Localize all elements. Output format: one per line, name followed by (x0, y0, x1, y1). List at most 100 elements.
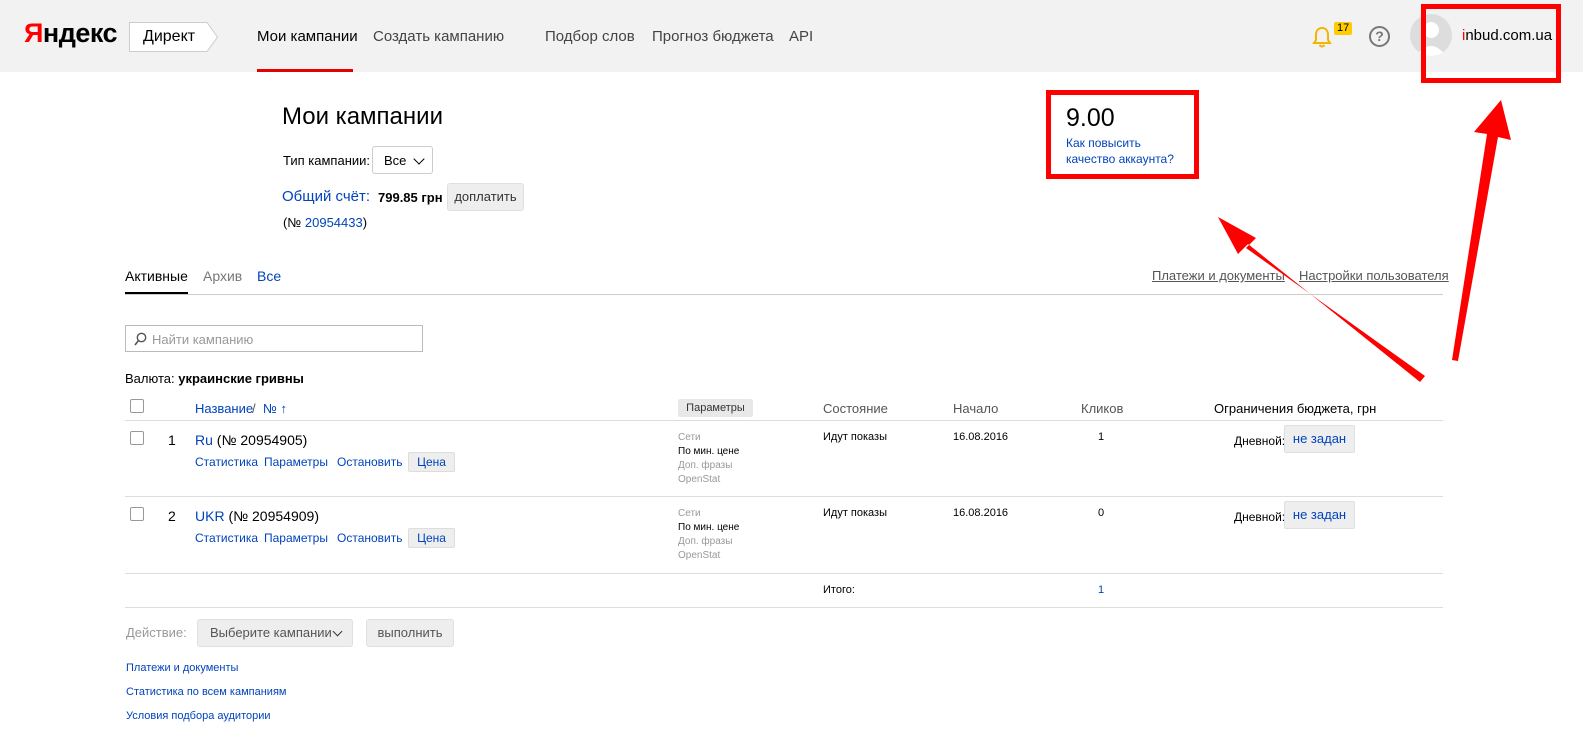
nav-create-campaign[interactable]: Создать кампанию (373, 28, 504, 45)
campaign-link[interactable]: Ru (195, 432, 213, 448)
params-link[interactable]: Параметры (264, 455, 328, 469)
campaign-type-label: Тип кампании: (283, 153, 371, 168)
total-label: Итого: (823, 584, 855, 596)
help-icon[interactable]: ? (1369, 26, 1390, 47)
account-quality-score: 9.00 (1066, 104, 1115, 132)
campaign-start: 16.08.2016 (953, 431, 1009, 443)
account-number-suffix: ) (362, 215, 368, 230)
quality-improve-link[interactable]: Как повысить качество аккаунта? (1066, 135, 1174, 167)
nav-active-underline (257, 69, 353, 72)
shared-account-link[interactable]: Общий счёт: (282, 188, 370, 205)
row-checkbox[interactable] (130, 431, 144, 445)
search-placeholder: Найти кампанию (152, 332, 254, 347)
campaign-number: (№ 20954909) (228, 508, 319, 524)
campaign-state: Идут показы (823, 507, 887, 519)
currency-label: Валюта: (125, 371, 175, 386)
chevron-down-icon (332, 626, 343, 637)
tab-archive[interactable]: Архив (203, 268, 242, 284)
stats-link[interactable]: Статистика (195, 531, 258, 545)
tab-active[interactable]: Активные (125, 268, 188, 284)
campaign-clicks: 1 (1098, 431, 1105, 443)
action-select-value: Выберите кампании (210, 625, 332, 640)
yandex-logo[interactable]: Яндекс (24, 18, 118, 49)
nav-word-selection[interactable]: Подбор слов (545, 28, 635, 45)
col-name-sort[interactable]: Название (195, 401, 253, 416)
daily-budget-label: Дневной: (1234, 434, 1286, 448)
topup-button[interactable]: доплатить (447, 183, 524, 211)
tabs-divider (125, 294, 1443, 295)
nav-api[interactable]: API (789, 28, 813, 45)
strategy-line: Сети (678, 508, 701, 519)
account-number: (№ 20954433) (283, 215, 367, 230)
user-settings-link[interactable]: Настройки пользователя (1299, 268, 1449, 283)
footer-stats-link[interactable]: Статистика по всем кампаниям (126, 686, 286, 698)
table-header-divider (125, 420, 1443, 421)
stop-link[interactable]: Остановить (337, 455, 403, 469)
direct-label: Директ (143, 28, 196, 45)
price-button[interactable]: Цена (408, 528, 455, 548)
nav-budget-forecast[interactable]: Прогноз бюджета (652, 28, 774, 45)
execute-button[interactable]: выполнить (366, 619, 454, 647)
row-divider (125, 573, 1443, 574)
campaign-name: UKR (№ 20954909) (195, 508, 319, 524)
strategy-line: OpenStat (678, 550, 721, 561)
account-balance: 799.85 грн (378, 190, 443, 205)
campaign-type-value: Все (384, 153, 407, 168)
user-login[interactable]: inbud.com.ua (1462, 27, 1552, 44)
total-clicks: 1 (1098, 584, 1105, 596)
account-number-prefix: (№ (283, 215, 305, 230)
daily-budget-button[interactable]: не задан (1284, 501, 1355, 529)
currency-line: Валюта: украинские гривны (125, 371, 304, 386)
user-silhouette-icon (1416, 22, 1446, 56)
row-number: 1 (168, 432, 176, 448)
strategy-line: По мин. цене (678, 522, 740, 533)
tab-all[interactable]: Все (257, 268, 281, 284)
search-icon (134, 332, 147, 346)
footer-payments-link[interactable]: Платежи и документы (126, 662, 238, 674)
page-title: Мои кампании (282, 103, 443, 130)
col-clicks: Кликов (1081, 401, 1124, 416)
arrow-to-user-icon (1452, 100, 1511, 361)
col-number-sort[interactable]: № ↑ (263, 401, 287, 416)
stats-link[interactable]: Статистика (195, 455, 258, 469)
currency-value: украинские гривны (178, 371, 304, 386)
direct-service-button[interactable]: Директ (129, 22, 219, 52)
nav-my-campaigns[interactable]: Мои кампании (257, 28, 358, 45)
params-link[interactable]: Параметры (264, 531, 328, 545)
campaign-link[interactable]: UKR (195, 508, 225, 524)
strategy-line: Доп. фразы (678, 536, 733, 547)
col-start: Начало (953, 401, 999, 416)
action-select[interactable]: Выберите кампании (197, 619, 353, 647)
campaign-type-select[interactable]: Все (372, 146, 433, 174)
strategy-line: По мин. цене (678, 446, 740, 457)
col-state: Состояние (823, 401, 888, 416)
row-divider (125, 496, 1443, 497)
quality-link-line1: Как повысить (1066, 136, 1141, 150)
select-all-checkbox[interactable] (130, 399, 144, 413)
campaign-search-input[interactable]: Найти кампанию (125, 325, 423, 352)
account-number-link[interactable]: 20954433 (305, 215, 363, 230)
notification-badge: 17 (1334, 22, 1353, 35)
total-divider (125, 607, 1443, 608)
stop-link[interactable]: Остановить (337, 531, 403, 545)
campaign-name: Ru (№ 20954905) (195, 432, 307, 448)
campaign-state: Идут показы (823, 431, 887, 443)
campaign-number: (№ 20954905) (216, 432, 308, 448)
strategy-line: OpenStat (678, 474, 721, 485)
payments-documents-link[interactable]: Платежи и документы (1152, 268, 1285, 283)
col-sep: / (252, 401, 256, 416)
chevron-down-icon (413, 153, 425, 165)
bell-icon[interactable] (1311, 26, 1333, 48)
top-header: Яндекс Директ Мои кампании Создать кампа… (0, 0, 1583, 72)
price-button[interactable]: Цена (408, 452, 455, 472)
col-budget: Ограничения бюджета, грн (1214, 401, 1377, 416)
footer-audience-link[interactable]: Условия подбора аудитории (126, 710, 271, 722)
action-label: Действие: (126, 625, 187, 640)
daily-budget-label: Дневной: (1234, 510, 1286, 524)
daily-budget-button[interactable]: не задан (1284, 425, 1355, 453)
strategy-info: Сети По мин. цене Доп. фразы OpenStat (678, 507, 739, 563)
avatar[interactable] (1410, 14, 1452, 56)
user-login-rest: nbud.com.ua (1465, 27, 1553, 44)
parameters-button[interactable]: Параметры (678, 399, 753, 417)
row-checkbox[interactable] (130, 507, 144, 521)
